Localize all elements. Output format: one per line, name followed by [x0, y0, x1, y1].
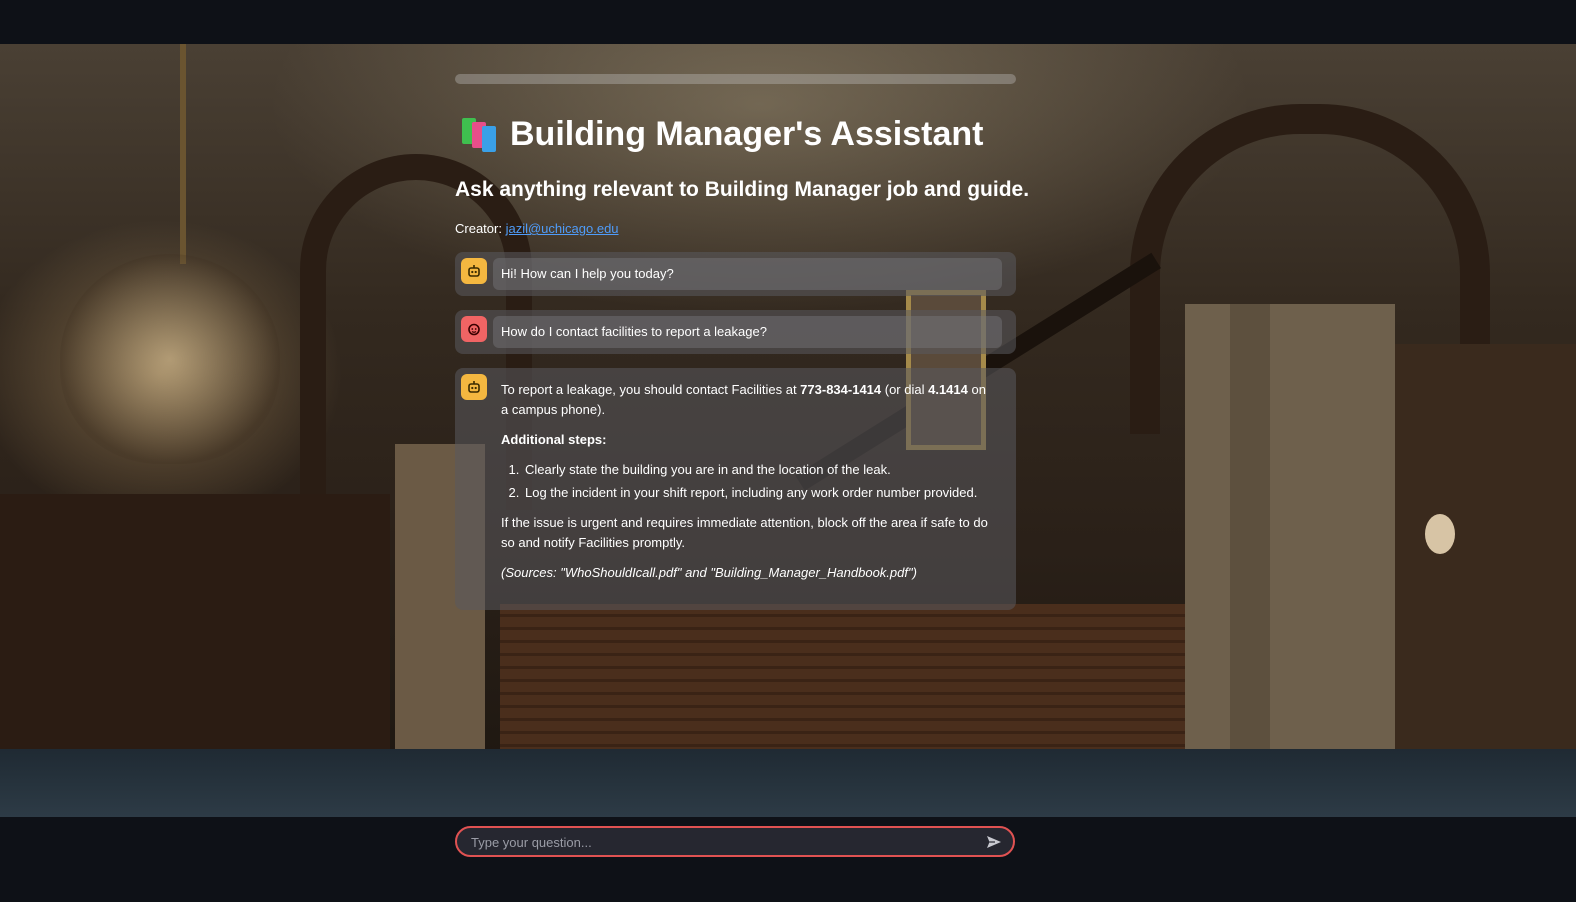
chat-message-assistant: Hi! How can I help you today? — [455, 252, 1016, 296]
message-text: How do I contact facilities to report a … — [493, 316, 1002, 348]
answer-intro: To report a leakage, you should contact … — [501, 382, 986, 417]
message-body: To report a leakage, you should contact … — [493, 374, 1002, 604]
top-scrollbar[interactable] — [455, 74, 1016, 84]
step-item: Clearly state the building you are in an… — [523, 460, 994, 480]
top-header-bar — [0, 0, 1576, 44]
answer-sources: (Sources: "WhoShouldIcall.pdf" and "Buil… — [501, 565, 917, 580]
chat-message-user: How do I contact facilities to report a … — [455, 310, 1016, 354]
books-icon — [460, 116, 496, 152]
steps-heading: Additional steps: — [501, 432, 607, 447]
facilities-phone: 773-834-1414 — [800, 382, 882, 397]
page-title-row: Building Manager's Assistant — [460, 112, 1020, 156]
user-icon — [461, 316, 487, 342]
send-icon[interactable] — [985, 833, 1003, 851]
page-title: Building Manager's Assistant — [510, 114, 984, 153]
bot-icon — [461, 258, 487, 284]
bot-icon — [461, 374, 487, 400]
answer-closing: If the issue is urgent and requires imme… — [501, 515, 988, 550]
campus-dial-number: 4.1414 — [928, 382, 968, 397]
chat-input-box[interactable] — [455, 826, 1015, 857]
step-item: Log the incident in your shift report, i… — [523, 483, 994, 503]
question-input[interactable] — [469, 828, 973, 857]
creator-line: Creator: jazil@uchicago.edu — [455, 221, 619, 236]
chat-message-assistant: To report a leakage, you should contact … — [455, 368, 1016, 610]
steps-list: Clearly state the building you are in an… — [501, 460, 994, 503]
creator-label: Creator: — [455, 221, 502, 236]
message-text: Hi! How can I help you today? — [493, 258, 1002, 290]
page-subtitle: Ask anything relevant to Building Manage… — [455, 178, 1030, 201]
creator-email-link[interactable]: jazil@uchicago.edu — [506, 221, 619, 236]
